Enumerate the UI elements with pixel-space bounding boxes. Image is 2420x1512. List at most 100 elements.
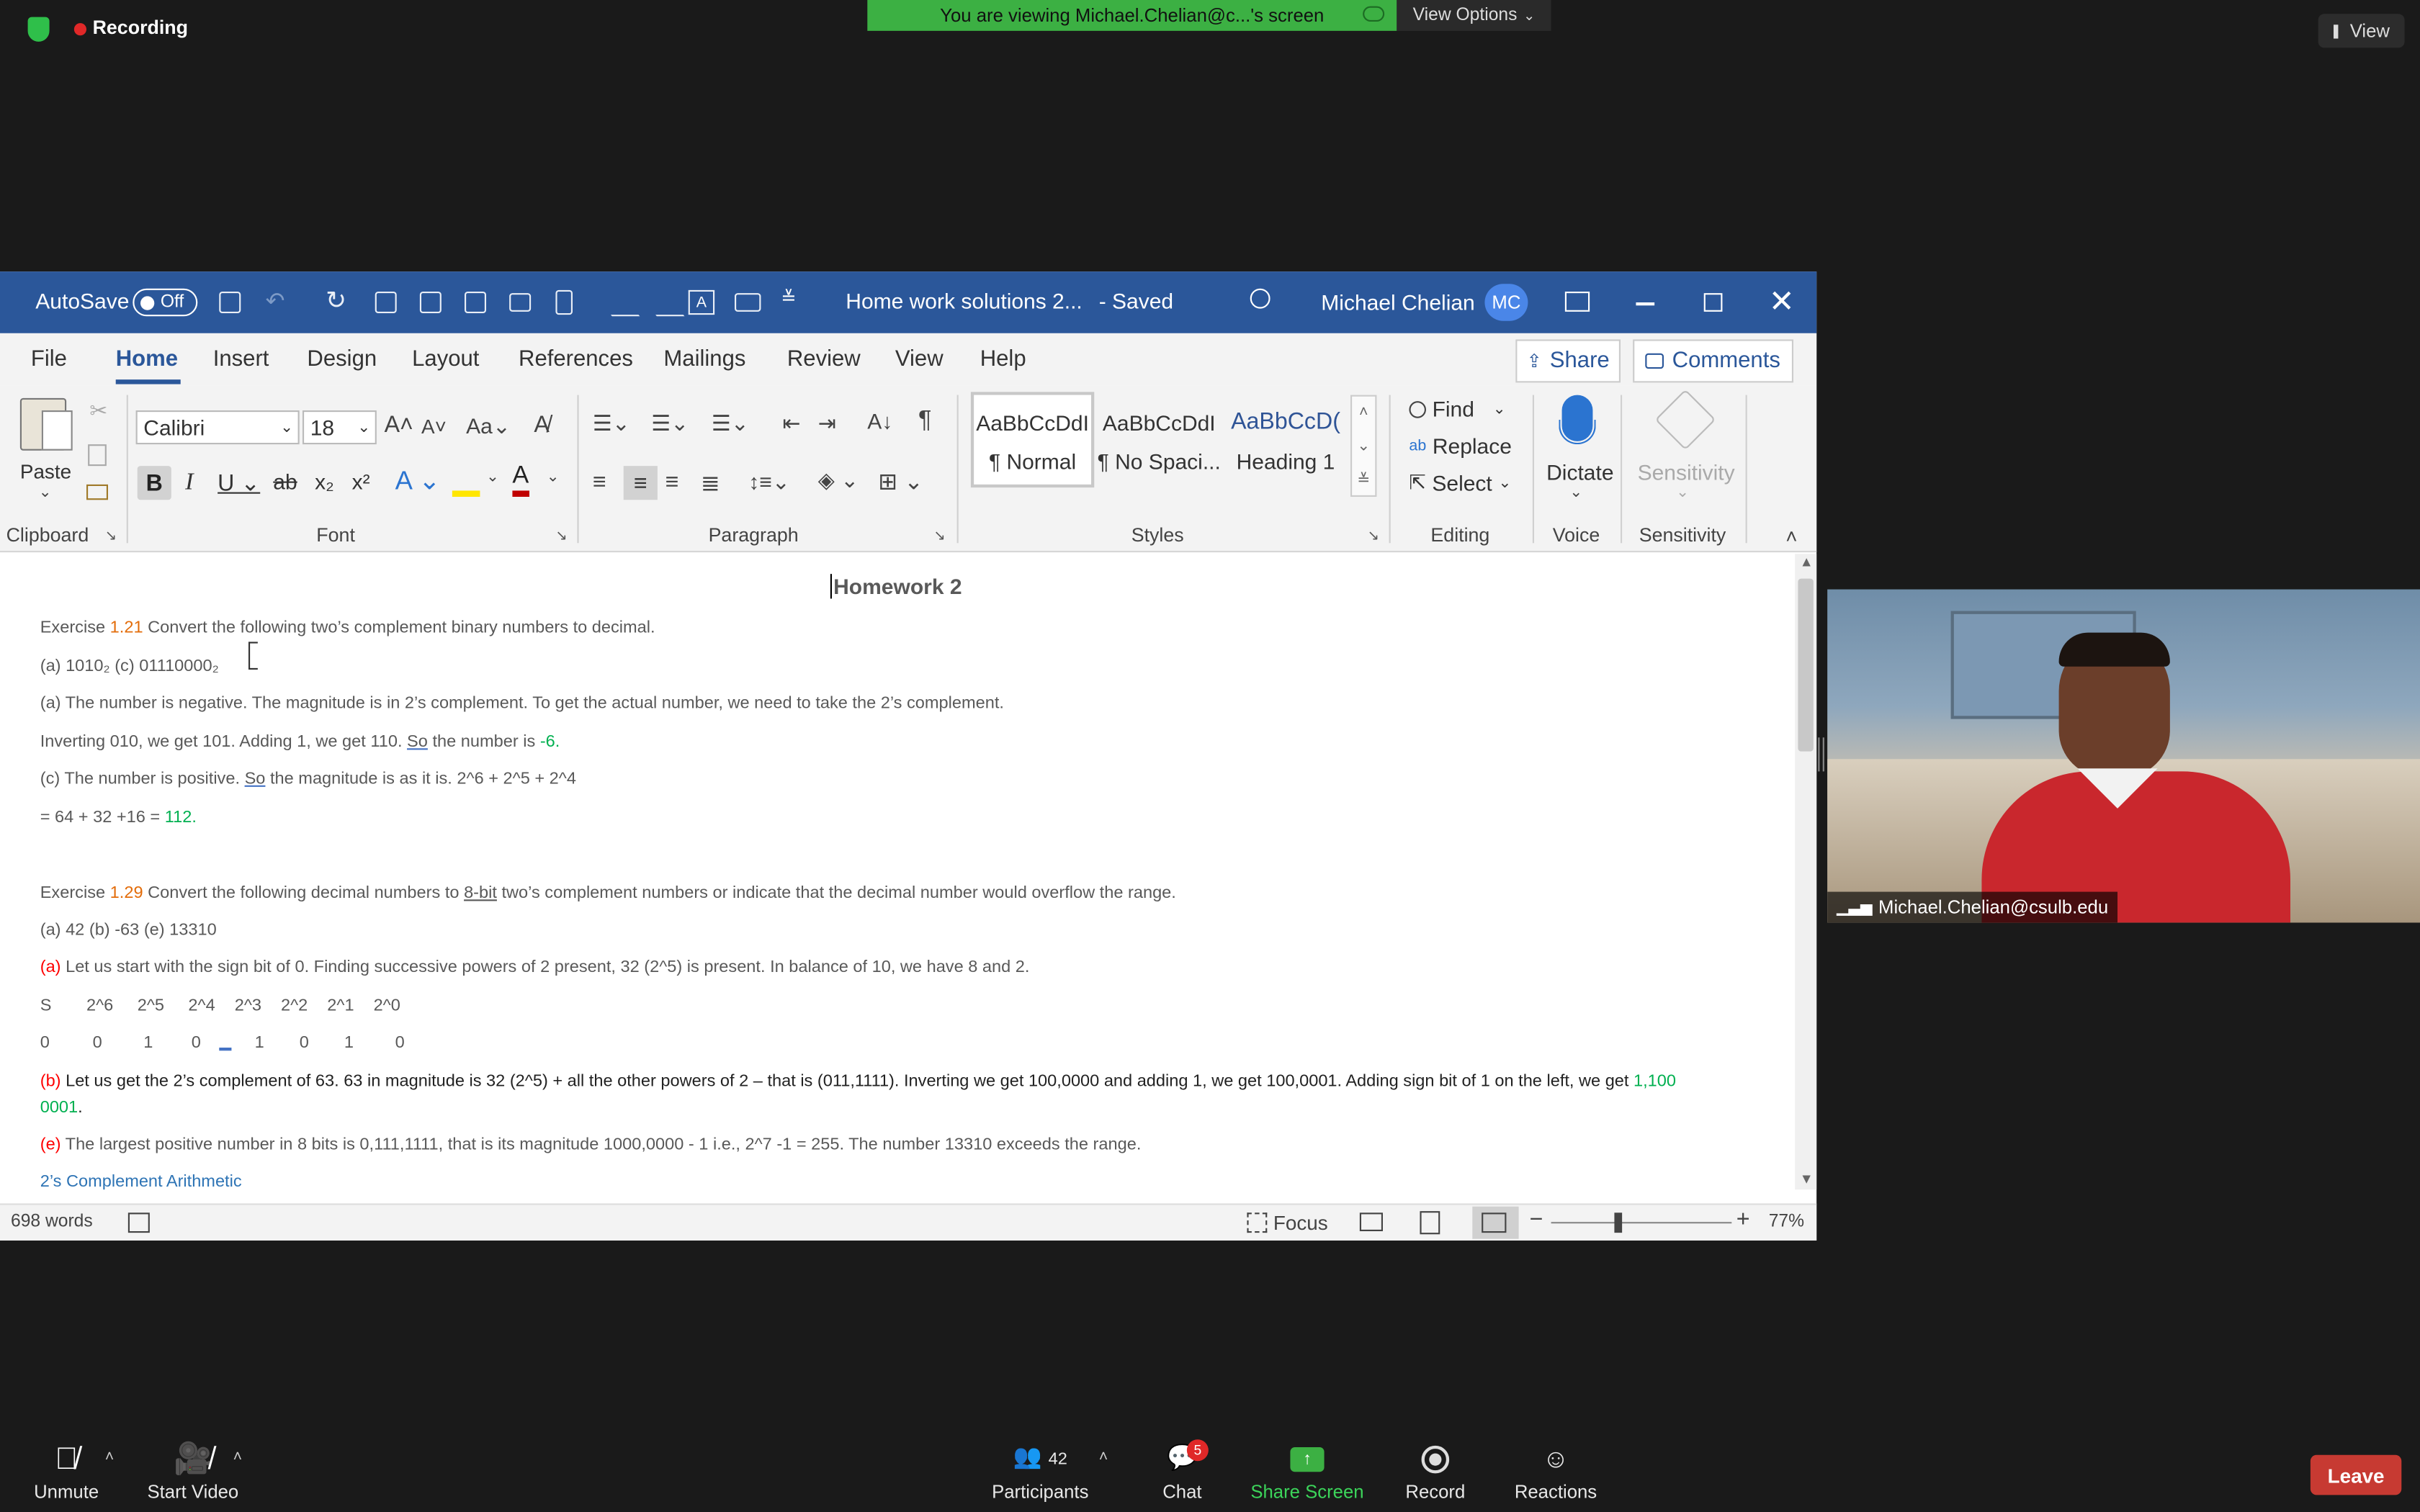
strikethrough-button[interactable]: ab — [273, 469, 297, 493]
subscript-button[interactable]: x₂ — [315, 469, 334, 493]
new-document-icon[interactable] — [555, 289, 573, 315]
edit-document-icon[interactable] — [465, 292, 486, 313]
autosave-toggle[interactable]: Off — [133, 288, 198, 317]
security-shield-icon[interactable] — [27, 17, 50, 42]
document-title[interactable]: Home work solutions 2... — [846, 289, 1082, 313]
tab-home[interactable]: Home — [116, 347, 178, 372]
document-heading[interactable]: Homework 2 — [830, 574, 962, 599]
multilevel-list-icon[interactable]: ☰⌄ — [712, 410, 749, 436]
start-video-button[interactable]: 🎥̸ Start Video — [145, 1435, 241, 1512]
superscript-button[interactable]: x² — [352, 469, 370, 493]
highlight-dropdown-icon[interactable]: ⌄ — [486, 469, 499, 486]
shrink-font-icon[interactable]: A˅ — [421, 415, 447, 438]
open-folder-icon[interactable] — [509, 293, 532, 312]
dictate-button[interactable]: Dictate — [1546, 460, 1613, 485]
justify-icon[interactable]: ≣ — [701, 469, 720, 497]
save-icon[interactable] — [219, 292, 241, 313]
increase-indent-icon[interactable]: ⇥ — [818, 410, 836, 436]
record-button[interactable]: Record — [1402, 1435, 1469, 1512]
redo-icon[interactable]: ↻ — [326, 285, 346, 316]
font-size-select[interactable]: 18 ⌄ — [302, 410, 377, 445]
dictate-dropdown-icon[interactable]: ⌄ — [1569, 485, 1582, 502]
minimize-icon[interactable] — [1636, 302, 1655, 305]
draw-arrow-icon[interactable] — [633, 288, 685, 317]
align-left-icon[interactable]: ≡ — [593, 469, 606, 495]
view-options-button[interactable]: View Options ⌄ — [1397, 0, 1551, 31]
tab-review[interactable]: Review — [787, 347, 861, 372]
sort-icon[interactable]: A↓ — [867, 409, 892, 433]
tab-help[interactable]: Help — [980, 347, 1026, 372]
paste-dropdown-icon[interactable]: ⌄ — [39, 485, 52, 502]
italic-button[interactable]: I — [185, 469, 193, 497]
video-resize-handle[interactable] — [1818, 737, 1824, 772]
tab-layout[interactable]: Layout — [412, 347, 479, 372]
highlight-color-icon[interactable] — [452, 472, 480, 497]
font-color-dropdown-icon[interactable]: ⌄ — [547, 469, 560, 486]
collapse-ribbon-icon[interactable]: ˄ — [1785, 525, 1797, 548]
folder-icon[interactable] — [734, 293, 761, 312]
line-spacing-icon[interactable]: ↕≡⌄ — [748, 469, 790, 495]
read-mode-icon[interactable] — [1359, 1212, 1383, 1231]
bullets-icon[interactable]: ☰⌄ — [593, 410, 630, 436]
select-button[interactable]: ⇱ Select ⌄ — [1409, 471, 1511, 495]
underline-button[interactable]: U ⌄ — [218, 469, 260, 497]
clipboard-launcher-icon[interactable]: ↘ — [105, 528, 117, 545]
text-box-icon[interactable]: A — [688, 289, 715, 315]
borders-icon[interactable]: ⊞ ⌄ — [878, 467, 923, 495]
align-right-icon[interactable]: ≡ — [666, 469, 679, 495]
scroll-up-icon[interactable]: ▲ — [1800, 554, 1814, 569]
focus-button[interactable]: Focus — [1247, 1211, 1328, 1234]
paragraph-launcher-icon[interactable]: ↘ — [933, 528, 945, 545]
tab-insert[interactable]: Insert — [213, 347, 269, 372]
tab-file[interactable]: File — [31, 347, 67, 372]
bold-button[interactable]: B — [137, 466, 171, 500]
scroll-thumb[interactable] — [1798, 578, 1814, 752]
tab-design[interactable]: Design — [307, 347, 377, 372]
scroll-down-icon[interactable]: ▼ — [1800, 1171, 1814, 1186]
customize-toolbar-icon[interactable]: ≚ — [781, 287, 797, 309]
proofing-icon[interactable] — [127, 1212, 150, 1233]
decrease-indent-icon[interactable]: ⇤ — [782, 410, 800, 436]
font-name-select[interactable]: Calibri ⌄ — [135, 410, 300, 445]
style-no-spacing[interactable]: AaBbCcDdI ¶ No Spaci... — [1098, 392, 1221, 487]
copy-icon[interactable] — [88, 444, 107, 467]
find-button[interactable]: Find ⌄ — [1409, 397, 1506, 421]
tab-view[interactable]: View — [895, 347, 944, 372]
user-avatar[interactable]: MC — [1484, 284, 1528, 321]
zoom-in-icon[interactable]: + — [1736, 1207, 1750, 1233]
reactions-button[interactable]: ☺ Reactions — [1512, 1435, 1599, 1512]
close-icon[interactable]: ✕ — [1769, 282, 1795, 321]
styles-scrollbar[interactable]: ˄ ⌄ ≚ — [1350, 395, 1377, 497]
paste-button[interactable]: Paste — [20, 460, 71, 483]
change-case-icon[interactable]: Aa⌄ — [466, 413, 511, 439]
clear-formatting-icon[interactable]: A̸ — [534, 412, 549, 438]
font-launcher-icon[interactable]: ↘ — [555, 528, 567, 545]
unmute-button[interactable]: 🎙̸ Unmute — [31, 1435, 102, 1512]
zoom-slider-track[interactable] — [1551, 1222, 1732, 1224]
zoom-out-icon[interactable]: − — [1530, 1207, 1543, 1233]
format-painter-icon[interactable] — [86, 484, 108, 500]
print-preview-icon[interactable] — [419, 292, 442, 313]
search-icon[interactable] — [1250, 288, 1270, 309]
grow-font-icon[interactable]: A˄ — [385, 412, 413, 438]
audio-options-caret-icon[interactable]: ˄ — [105, 1449, 115, 1466]
cut-icon[interactable]: ✂ — [89, 398, 107, 424]
show-formatting-icon[interactable]: ¶ — [918, 408, 931, 436]
draw-line-icon[interactable] — [588, 288, 640, 317]
word-count[interactable]: 698 words — [11, 1212, 93, 1231]
document-scrollbar[interactable]: ▲ ▼ — [1795, 554, 1817, 1190]
style-heading-1[interactable]: AaBbCcD( Heading 1 — [1224, 392, 1347, 487]
leave-button[interactable]: Leave — [2310, 1454, 2402, 1495]
undo-icon[interactable]: ↶ — [266, 287, 285, 315]
font-color-icon[interactable]: A — [512, 463, 529, 497]
share-screen-button[interactable]: ↑ Share Screen — [1250, 1435, 1365, 1512]
zoom-level[interactable]: 77% — [1769, 1212, 1804, 1231]
style-normal[interactable]: AaBbCcDdI ¶ Normal — [970, 392, 1095, 488]
ribbon-display-icon[interactable] — [1564, 292, 1590, 312]
print-layout-icon[interactable] — [1420, 1211, 1440, 1235]
document-page[interactable]: Homework 2 Exercise 1.21 Convert the fol… — [0, 554, 1796, 1190]
participants-caret-icon[interactable]: ˄ — [1099, 1449, 1108, 1466]
styles-launcher-icon[interactable]: ↘ — [1368, 528, 1379, 545]
tab-references[interactable]: References — [519, 347, 633, 372]
replace-button[interactable]: ab Replace — [1409, 433, 1512, 458]
